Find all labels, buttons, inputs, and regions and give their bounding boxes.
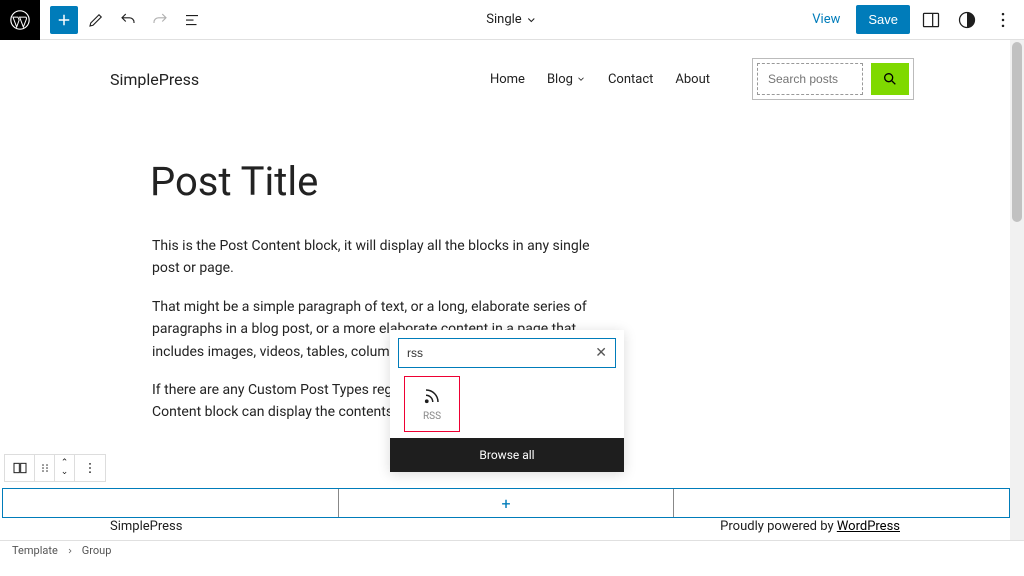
breadcrumb-item[interactable]: Group (82, 544, 112, 557)
chevron-right-icon (66, 547, 74, 555)
nav-blog[interactable]: Blog (547, 72, 586, 87)
inserter-search-wrap: ✕ (398, 338, 616, 368)
search-input[interactable] (757, 63, 863, 95)
drag-handle[interactable] (35, 455, 55, 481)
search-icon (882, 71, 898, 87)
search-submit-button[interactable] (871, 63, 909, 95)
columns-block[interactable]: + (2, 488, 1010, 518)
column-middle[interactable]: + (338, 489, 675, 517)
more-options-button[interactable] (988, 5, 1018, 35)
save-button[interactable]: Save (856, 5, 910, 34)
block-options-button[interactable] (75, 455, 105, 481)
add-block-inline-button[interactable]: + (501, 494, 510, 513)
block-toolbar: ⌃ ⌄ (4, 454, 106, 482)
styles-button[interactable] (952, 5, 982, 35)
breadcrumb-item[interactable]: Template (12, 544, 58, 557)
inserter-result-rss[interactable]: RSS (404, 376, 460, 432)
chevron-down-icon (576, 74, 586, 84)
nav-blog-label: Blog (547, 72, 573, 87)
undo-button[interactable] (114, 6, 142, 34)
template-label: Single (486, 12, 521, 27)
chevron-down-icon (526, 14, 538, 26)
inserter-search-input[interactable] (407, 346, 595, 360)
sidebar-toggle-button[interactable] (916, 5, 946, 35)
move-down-button[interactable]: ⌄ (61, 468, 69, 477)
clear-search-button[interactable]: ✕ (595, 345, 607, 361)
wordpress-link[interactable]: WordPress (837, 519, 900, 534)
column-right[interactable] (674, 489, 1009, 517)
site-title[interactable]: SimplePress (110, 70, 199, 89)
footer-credit: Proudly powered by WordPress (720, 519, 900, 534)
rss-icon (423, 387, 441, 405)
view-link[interactable]: View (802, 6, 850, 33)
post-title[interactable]: Post Title (150, 158, 872, 205)
nav-about[interactable]: About (675, 72, 710, 87)
post-paragraph[interactable]: This is the Post Content block, it will … (152, 235, 592, 280)
browse-all-button[interactable]: Browse all (390, 438, 624, 472)
column-left[interactable] (3, 489, 338, 517)
scrollbar-thumb[interactable] (1012, 42, 1022, 222)
nav-contact[interactable]: Contact (608, 72, 653, 87)
add-block-button[interactable] (50, 6, 78, 34)
block-type-button[interactable] (5, 455, 35, 481)
nav-home[interactable]: Home (490, 72, 525, 87)
wordpress-logo[interactable] (0, 0, 40, 40)
redo-button (146, 6, 174, 34)
template-selector[interactable]: Single (486, 12, 537, 27)
block-inserter-popover: ✕ RSS Browse all (390, 330, 624, 472)
block-breadcrumb: Template Group (0, 540, 1024, 560)
edit-tool-button[interactable] (82, 6, 110, 34)
document-outline-button[interactable] (178, 6, 206, 34)
search-block (752, 58, 914, 100)
footer-site-title[interactable]: SimplePress (110, 519, 182, 534)
inserter-result-label: RSS (423, 411, 441, 422)
scrollbar[interactable] (1010, 40, 1024, 560)
